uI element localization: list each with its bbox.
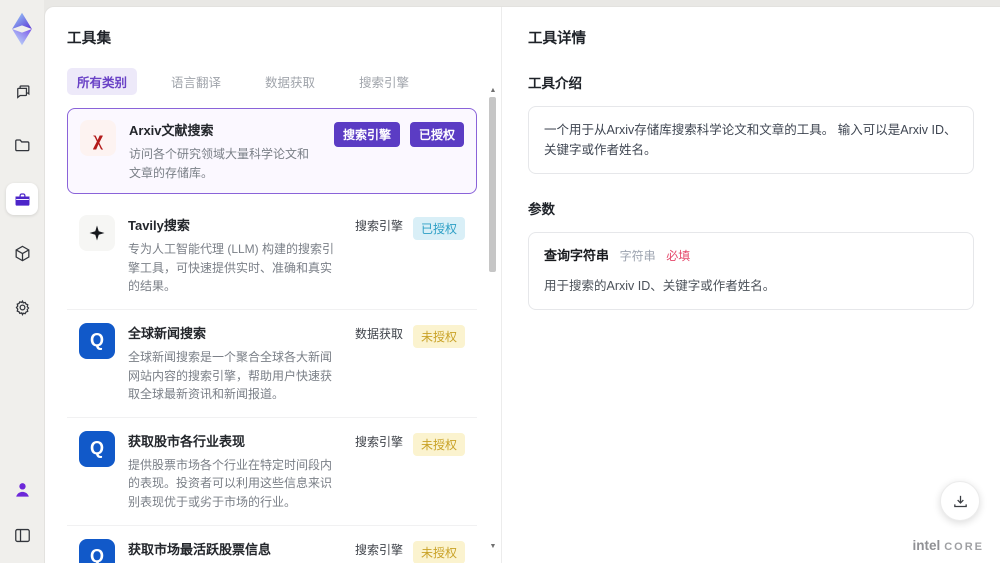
tool-description: 访问各个研究领域大量科学论文和文章的存储库。 <box>129 147 310 180</box>
toolset-column: 工具集 所有类别 语言翻译 数据获取 搜索引擎 χ Arxiv文献搜索 访问各个研究领域大… <box>45 7 501 563</box>
brand-primary: intel <box>912 538 941 553</box>
tool-name: 获取股市各行业表现 <box>128 433 246 449</box>
q-news-logo-icon: Q <box>79 322 115 359</box>
tool-name: 获取市场最活跃股票信息 <box>128 541 272 557</box>
download-button[interactable] <box>940 481 980 521</box>
chat-icon[interactable] <box>6 75 38 107</box>
sparkle-star-icon <box>79 215 115 252</box>
tool-name: Tavily搜索 <box>128 218 190 234</box>
param-type: 字符串 <box>619 249 656 263</box>
tool-detail-panel: 工具详情 工具介绍 一个用于从Arxiv存储库搜索科学论文和文章的工具。 输入可… <box>501 7 1000 563</box>
tab-1[interactable]: 语言翻译 <box>161 68 231 95</box>
tool-name: 全球新闻搜索 <box>128 325 207 341</box>
tab-0[interactable]: 所有类别 <box>67 68 138 95</box>
scroll-down-icon[interactable]: ▼ <box>488 543 498 551</box>
auth-status-badge: 已授权 <box>412 217 465 241</box>
detail-title: 工具详情 <box>528 31 586 47</box>
auth-status-badge: 未授权 <box>412 540 465 563</box>
tool-row[interactable]: Tavily搜索专为人工智能代理 (LLM) 构建的搜索引擎工具，可快速提供实时… <box>67 202 477 309</box>
tool-row[interactable]: Q获取市场最活跃股票信息提供当天交易量最高的股票列表，投资者可以利用这些信息来识… <box>67 524 477 563</box>
panel-toggle-icon[interactable] <box>6 519 38 551</box>
left-rail <box>0 0 44 563</box>
intro-heading: 工具介绍 <box>528 76 582 91</box>
tool-row[interactable]: Q 获取股市各行业表现提供股票市场各个行业在特定时间段内的表现。投资者可以利用这些… <box>67 416 477 525</box>
tool-description: 提供股票市场各个行业在特定时间段内的表现。投资者可以利用这些信息来识别表现优于或… <box>128 457 333 509</box>
arxiv-logo-icon: χ <box>80 120 116 156</box>
user-avatar-icon[interactable] <box>6 473 38 505</box>
category-badge: 搜索引擎 <box>333 122 400 147</box>
tool-name: Arxiv文献搜索 <box>129 123 214 138</box>
category-badge: 搜索引擎 <box>354 219 403 234</box>
tool-row[interactable]: χ Arxiv文献搜索访问各个研究领域大量科学论文和文章的存储库。 搜索引擎 已授权 <box>67 108 477 195</box>
folder-icon[interactable] <box>6 129 38 161</box>
param-name: 查询字符串 <box>544 248 610 263</box>
page-title: 工具集 <box>67 31 112 47</box>
tool-row[interactable]: Q 全球新闻搜索全球新闻搜索是一个聚合全球各大新闻网站内容的搜索引擎，帮助用户快速… <box>67 308 477 417</box>
auth-status-badge: 未授权 <box>412 324 465 348</box>
download-icon <box>953 495 967 507</box>
param-description: 用于搜索的Arxiv ID、关键字或作者姓名。 <box>544 278 776 293</box>
param-box: 查询字符串 字符串 必填 用于搜索的Arxiv ID、关键字或作者姓名。 <box>528 232 974 310</box>
category-badge: 数据获取 <box>354 326 403 341</box>
auth-status-badge: 未授权 <box>412 432 465 456</box>
params-heading: 参数 <box>528 202 555 217</box>
toolbox-icon[interactable] <box>6 183 38 215</box>
category-badge: 搜索引擎 <box>354 542 403 557</box>
scroll-up-icon[interactable]: ▲ <box>488 87 498 95</box>
package-icon[interactable] <box>6 237 38 269</box>
intro-box: 一个用于从Arxiv存储库搜索科学论文和文章的工具。 输入可以是Arxiv ID… <box>528 106 974 174</box>
intel-core-logo: intel CORE <box>912 538 984 553</box>
auth-status-badge: 已授权 <box>409 122 464 147</box>
tab-3[interactable]: 搜索引擎 <box>349 68 419 95</box>
q-news-logo-icon: Q <box>79 430 115 467</box>
tab-2[interactable]: 数据获取 <box>255 68 325 95</box>
list-scrollbar[interactable]: ▲ ▼ <box>488 87 498 551</box>
scrollbar-thumb[interactable] <box>489 97 496 272</box>
app-logo-icon <box>5 9 39 49</box>
tool-description: 全球新闻搜索是一个聚合全球各大新闻网站内容的搜索引擎，帮助用户快速获取全球最新资… <box>128 349 333 402</box>
q-news-logo-icon: Q <box>79 538 115 563</box>
tool-list: χ Arxiv文献搜索 访问各个研究领域大量科学论文和文章的存储库。 搜索引擎 已授权 T… <box>67 108 493 563</box>
category-badge: 搜索引擎 <box>354 434 403 449</box>
main-panel: 工具集 所有类别 语言翻译 数据获取 搜索引擎 χ Arxiv文献搜索 访问各个研究领域大… <box>44 6 1000 563</box>
brand-secondary: CORE <box>944 541 984 553</box>
settings-icon[interactable] <box>6 291 38 323</box>
tool-description: 专为人工智能代理 (LLM) 构建的搜索引擎工具，可快速提供实时、准确和真实的结… <box>128 242 335 294</box>
category-tabs: 所有类别 语言翻译 数据获取 搜索引擎 <box>67 68 493 95</box>
param-required-badge: 必填 <box>666 249 691 263</box>
